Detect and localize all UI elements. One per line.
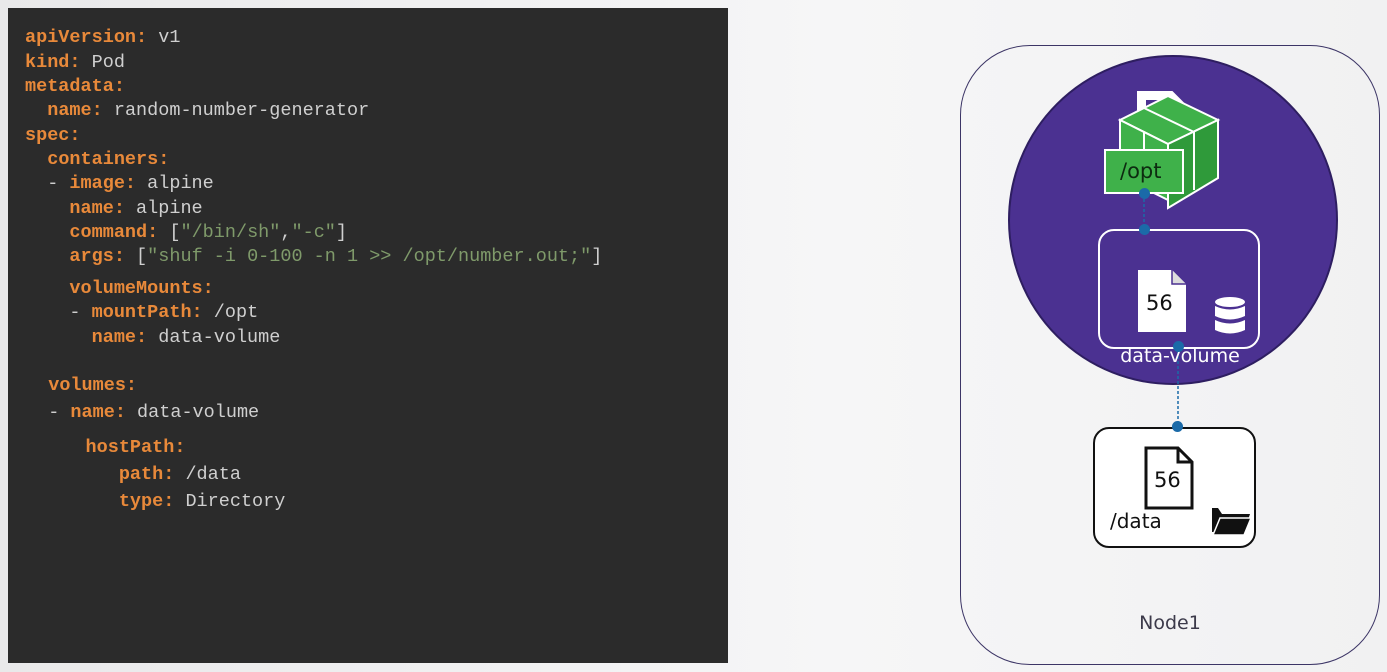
yaml-string: "-c" xyxy=(291,222,336,243)
yaml-value xyxy=(30,437,86,458)
yaml-value: Pod xyxy=(80,52,125,73)
yaml-string: "shuf -i 0-100 -n 1 >> /opt/number.out;" xyxy=(147,246,592,267)
code-line: spec: xyxy=(25,125,81,147)
yaml-value xyxy=(30,464,119,485)
yaml-value: /opt xyxy=(202,302,259,323)
host-file-number: 56 xyxy=(1154,468,1181,492)
yaml-value: ] xyxy=(335,222,348,243)
code-line: args: ["shuf -i 0-100 -n 1 >> /opt/numbe… xyxy=(25,246,602,268)
code-line: - name: data-volume xyxy=(26,402,259,424)
yaml-value: alpine xyxy=(124,198,203,219)
yaml-key: mountPath: xyxy=(91,302,203,323)
yaml-key: name: xyxy=(69,198,125,219)
yaml-value xyxy=(25,100,47,121)
yaml-value: alpine xyxy=(136,173,214,194)
connector-dot-volume-bottom xyxy=(1173,341,1184,352)
yaml-value: - xyxy=(26,402,71,423)
yaml-key: name: xyxy=(47,100,103,121)
yaml-key: volumes: xyxy=(48,375,138,396)
yaml-value: ] xyxy=(591,246,603,267)
yaml-key: args: xyxy=(69,246,125,267)
code-line: - image: alpine xyxy=(25,173,214,195)
code-line: apiVersion: v1 xyxy=(25,27,180,49)
volume-file-number: 56 xyxy=(1146,291,1173,315)
yaml-key: metadata: xyxy=(25,76,125,97)
connector-dot-host xyxy=(1172,421,1183,432)
yaml-value: - xyxy=(25,173,70,194)
yaml-key: containers: xyxy=(47,149,170,170)
code-line: - mountPath: /opt xyxy=(25,302,258,324)
volume-box xyxy=(1098,229,1260,349)
yaml-key: kind: xyxy=(25,52,81,73)
yaml-value xyxy=(25,149,47,170)
yaml-string: "/bin/sh" xyxy=(180,222,281,243)
yaml-key: name: xyxy=(70,402,126,423)
code-line: volumes: xyxy=(26,375,137,397)
yaml-key: apiVersion: xyxy=(25,27,148,48)
host-path-label: /data xyxy=(1110,509,1162,533)
yaml-value: , xyxy=(280,222,292,243)
code-line: volumeMounts: xyxy=(25,278,214,300)
yaml-key: spec: xyxy=(25,125,81,146)
yaml-value xyxy=(25,278,69,299)
yaml-value: v1 xyxy=(147,27,181,48)
yaml-value: Directory xyxy=(174,491,286,512)
yaml-key: type: xyxy=(118,491,175,512)
code-line: type: Directory xyxy=(30,491,286,513)
yaml-key: command: xyxy=(69,222,159,243)
yaml-value: data-volume xyxy=(147,327,281,348)
yaml-value: [ xyxy=(124,246,148,267)
yaml-key: volumeMounts: xyxy=(69,278,214,299)
code-line: kind: Pod xyxy=(25,52,125,74)
yaml-value: - xyxy=(25,302,92,323)
code-line: command: ["/bin/sh","-c"] xyxy=(25,222,347,244)
yaml-value: random-number-generator xyxy=(102,100,370,121)
code-line: metadata: xyxy=(25,76,125,98)
connector-dot-opt xyxy=(1139,188,1150,199)
node-label: Node1 xyxy=(1139,612,1201,634)
code-line: hostPath: xyxy=(30,437,186,459)
yaml-value xyxy=(25,198,69,219)
yaml-value xyxy=(26,375,48,396)
code-line: name: data-volume xyxy=(25,327,281,349)
yaml-value: /data xyxy=(174,464,241,485)
yaml-value: data-volume xyxy=(125,402,260,423)
yaml-value xyxy=(25,327,92,348)
yaml-value xyxy=(25,246,69,267)
yaml-value xyxy=(30,491,119,512)
code-line: path: /data xyxy=(30,464,241,486)
yaml-key: name: xyxy=(91,327,148,348)
code-line: name: random-number-generator xyxy=(25,100,369,122)
code-line: containers: xyxy=(25,149,169,171)
code-line: name: alpine xyxy=(25,198,203,220)
yaml-key: path: xyxy=(118,464,175,485)
connector-dot-volume-top xyxy=(1139,224,1150,235)
yaml-key: image: xyxy=(69,173,137,194)
yaml-code-panel: apiVersion: v1 kind: Pod metadata: name: r… xyxy=(8,8,728,663)
yaml-key: hostPath: xyxy=(85,437,186,458)
yaml-value: [ xyxy=(158,222,181,243)
yaml-value xyxy=(25,222,69,243)
